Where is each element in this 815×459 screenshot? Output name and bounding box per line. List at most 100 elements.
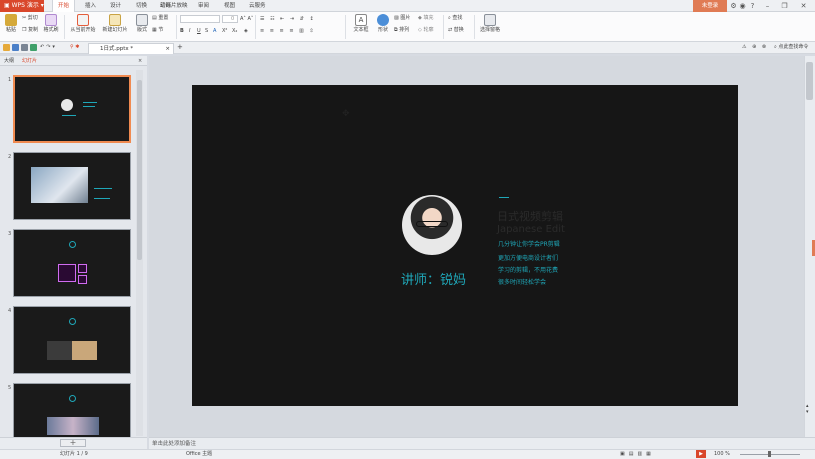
wps-logo-icon: ▣ <box>4 2 12 9</box>
tab-slideshow[interactable]: 幻灯片放映 <box>155 0 193 12</box>
arrange-button[interactable]: ⧉ 排列 <box>394 26 409 34</box>
tools-icons[interactable]: ⚲ ✱ <box>70 44 79 51</box>
find-label: 查找 <box>452 15 463 21</box>
play-slideshow-button[interactable]: ▶ <box>696 450 706 458</box>
shape-button[interactable]: 形状 <box>375 14 391 34</box>
strikethrough-button[interactable]: S <box>205 27 208 35</box>
export-icon[interactable] <box>30 44 37 51</box>
underline-button[interactable]: U <box>197 27 201 35</box>
reset-button[interactable]: ▤ 重置 <box>152 14 168 22</box>
outline-label: 轮廓 <box>423 27 434 33</box>
current-slide[interactable]: 讲师：锐妈 日式视频剪辑 Japanese Edit 几分钟让你学会PR剪辑 更… <box>192 85 738 406</box>
superscript-button[interactable]: X² <box>222 27 227 35</box>
section-label: 节 <box>158 27 164 33</box>
fill-label: 填充 <box>423 15 434 21</box>
reset-icon: ▤ <box>152 15 157 21</box>
divider <box>345 15 346 39</box>
document-tab[interactable]: 1日式.pptx * × <box>88 43 174 54</box>
tab-design[interactable]: 设计 <box>105 0 126 12</box>
subtitle-ghost-text: Japanese Edit <box>497 224 565 235</box>
tab-view[interactable]: 视图 <box>219 0 240 12</box>
textbox-button[interactable]: A 文本框 <box>351 14 371 34</box>
tab-outline[interactable]: 大纲 <box>4 57 14 65</box>
find-button[interactable]: ⌕ 查找 <box>448 14 462 22</box>
open-icon[interactable] <box>3 44 10 51</box>
close-panel-icon[interactable]: × <box>138 57 142 65</box>
restore-icon[interactable]: ❐ <box>780 1 789 11</box>
tab-review[interactable]: 审阅 <box>193 0 214 12</box>
outline-button[interactable]: ◇ 轮廓 <box>418 26 433 34</box>
thumb-number: 1 <box>8 77 12 83</box>
notes-placeholder: 单击此处添加备注 <box>152 441 197 447</box>
format-painter-button[interactable]: 格式刷 <box>42 14 60 34</box>
copy-button[interactable]: ❐ 复制 <box>22 26 38 34</box>
subscript-button[interactable]: X₂ <box>232 27 237 35</box>
close-tab-icon[interactable]: × <box>165 44 170 54</box>
tab-home[interactable]: 开始 <box>52 0 76 12</box>
layout-button[interactable]: 版式 <box>134 14 150 34</box>
save-icon[interactable] <box>12 44 19 51</box>
tab-cloud[interactable]: 云服务 <box>244 0 271 12</box>
tab-slides[interactable]: 幻灯片 <box>22 57 37 65</box>
view-buttons[interactable]: ▣▤▥▦ <box>620 450 655 458</box>
grow-font-icon[interactable]: A˄ A˅ <box>240 15 253 23</box>
clear-format-button[interactable]: ◈ <box>244 27 248 35</box>
body-line-1: 更加方便电商设计者们 <box>498 255 559 262</box>
picture-button[interactable]: ▨ 图片 <box>394 14 410 22</box>
new-tab-icon[interactable]: + <box>177 44 183 51</box>
app-name: WPS 演示 <box>11 2 39 9</box>
thumb-badge-icon <box>69 318 76 325</box>
cut-button[interactable]: ✂ 剪切 <box>22 14 38 22</box>
slide-thumbnail-3[interactable] <box>13 229 131 297</box>
share-icons[interactable]: ⚠ ⊕ ⊗ <box>742 44 768 51</box>
select-pane-button[interactable]: 选择窗格 <box>478 14 502 34</box>
slide-thumbnail-1[interactable] <box>13 75 131 143</box>
paste-icon <box>5 14 17 26</box>
section-button[interactable]: ▦ 节 <box>152 26 163 34</box>
copy-icon: ❐ <box>22 27 27 33</box>
textbox-label: 文本框 <box>353 27 369 33</box>
slide-count: 幻灯片 1 / 9 <box>60 451 88 457</box>
bold-button[interactable]: B <box>180 27 184 35</box>
divider <box>474 15 475 39</box>
theme-name: Office 主题 <box>186 451 213 457</box>
notes-pane[interactable]: 单击此处添加备注 <box>149 437 815 449</box>
command-search[interactable]: ⌕ 点此查找命令 <box>774 44 808 51</box>
thumb-number: 2 <box>8 154 12 160</box>
add-slide-button[interactable]: + <box>60 439 86 447</box>
paste-button[interactable]: 粘贴 <box>3 14 19 34</box>
close-icon[interactable]: ✕ <box>799 1 808 11</box>
align-buttons[interactable]: ≡ ≡ ≡ ≡ ▥ ⇳ <box>260 27 316 35</box>
divider <box>255 15 256 39</box>
app-menu-button[interactable]: ▣ WPS 演示 ▾ <box>0 0 44 12</box>
canvas-scroll-thumb[interactable] <box>806 62 813 100</box>
command-search-placeholder: 点此查找命令 <box>778 44 809 50</box>
scroll-buttons[interactable]: ▴ ▾ <box>806 403 809 415</box>
print-icon[interactable] <box>21 44 28 51</box>
undo-redo-icons[interactable]: ↶↷▾ <box>40 44 57 51</box>
new-slide-button[interactable]: 新建幻灯片 <box>100 14 130 34</box>
font-color-button[interactable]: A <box>213 27 216 35</box>
thumbs-scroll-thumb[interactable] <box>137 80 142 260</box>
font-name-field[interactable] <box>180 15 220 23</box>
gallery-image <box>47 417 99 435</box>
help-icon[interactable]: ? <box>748 1 757 11</box>
minimize-icon[interactable]: – <box>763 1 772 11</box>
tab-insert[interactable]: 插入 <box>80 0 101 12</box>
font-size-field[interactable]: 0 <box>222 15 238 23</box>
thumb-text-line <box>83 102 97 103</box>
replace-button[interactable]: ⇄ 替换 <box>448 26 464 34</box>
italic-button[interactable]: I <box>189 27 190 35</box>
slide-thumbnail-4[interactable] <box>13 306 131 374</box>
mouse-cursor-icon: ✥ <box>342 109 350 119</box>
replace-icon: ⇄ <box>448 27 453 33</box>
zoom-slider-thumb[interactable] <box>768 451 771 457</box>
fill-button[interactable]: ◆ 填充 <box>418 14 433 22</box>
list-buttons[interactable]: ☰ ☷ ⇤ ⇥ ⇵ ↕ <box>260 15 316 23</box>
settings-icon[interactable]: ⚙ <box>729 1 738 11</box>
skin-icon[interactable]: ◉ <box>738 1 747 11</box>
tab-transition[interactable]: 切换 <box>131 0 152 12</box>
login-button[interactable]: 未登录 <box>693 0 727 12</box>
slide-thumbnail-2[interactable] <box>13 152 131 220</box>
from-current-button[interactable]: 从当前开始 <box>68 14 98 34</box>
